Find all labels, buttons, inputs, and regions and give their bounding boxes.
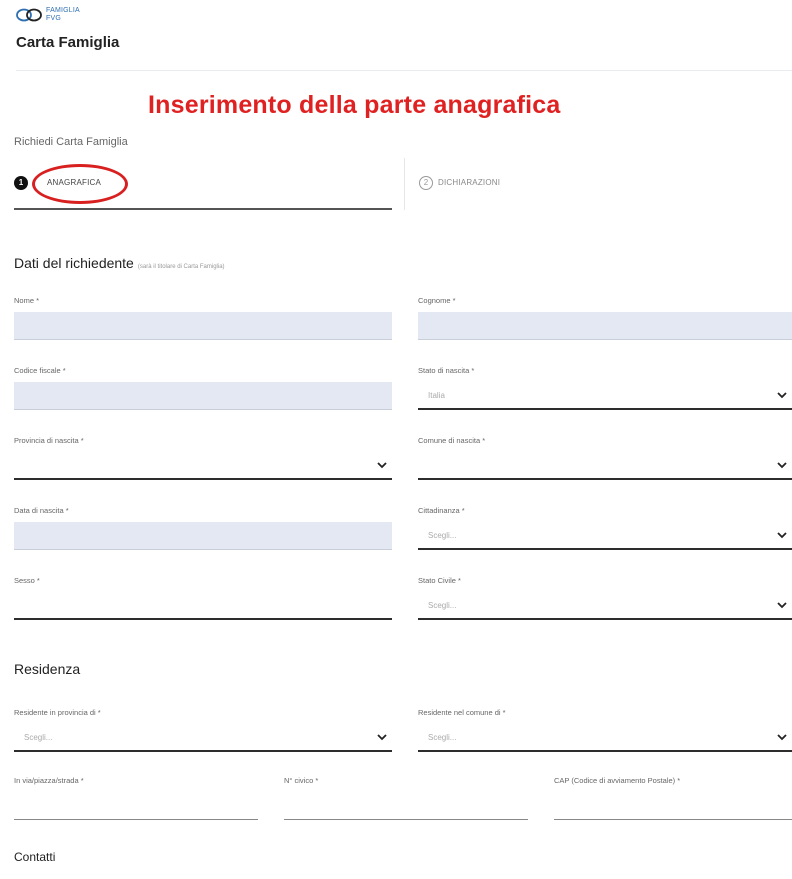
codice-fiscale-label: Codice fiscale * — [14, 366, 66, 375]
step-2-label[interactable]: DICHIARAZIONI — [438, 178, 500, 187]
applicant-title: Dati del richiedente — [14, 255, 134, 271]
comune-nascita-label: Comune di nascita * — [418, 436, 486, 445]
chevron-down-icon — [377, 462, 387, 469]
residenza-provincia-placeholder: Scegli... — [24, 733, 53, 742]
cap-input[interactable] — [554, 792, 792, 820]
residenza-provincia-select[interactable]: Scegli... — [14, 724, 392, 752]
cognome-label: Cognome * — [418, 296, 456, 305]
annotation-title: Inserimento della parte anagrafica — [148, 91, 561, 119]
logo-line2: FVG — [46, 15, 61, 22]
sesso-select[interactable] — [14, 592, 392, 620]
section-applicant-title: Dati del richiedente (sarà il titolare di… — [14, 255, 225, 271]
step-1-indicator[interactable]: 1 — [14, 176, 28, 190]
chevron-down-icon — [777, 392, 787, 399]
data-nascita-input[interactable] — [14, 522, 392, 550]
chevron-down-icon — [777, 734, 787, 741]
stato-nascita-select[interactable]: Italia — [418, 382, 792, 410]
civico-label: N° civico * — [284, 776, 319, 785]
section-residence-title: Residenza — [14, 661, 81, 677]
residenza-comune-label: Residente nel comune di * — [418, 708, 506, 717]
chevron-down-icon — [377, 734, 387, 741]
logo-text: Famiglia FVG — [46, 7, 80, 23]
cittadinanza-placeholder: Scegli... — [428, 531, 457, 540]
chevron-down-icon — [777, 602, 787, 609]
comune-nascita-select[interactable] — [418, 452, 792, 480]
chevron-down-icon — [777, 532, 787, 539]
stato-nascita-value: Italia — [428, 391, 445, 400]
family-logo-icon — [16, 8, 42, 22]
section-contacts-title: Contatti — [14, 850, 56, 864]
step-2-indicator[interactable]: 2 — [419, 176, 433, 190]
cap-label: CAP (Codice di avviamento Postale) * — [554, 776, 681, 785]
stato-civile-label: Stato Civile * — [418, 576, 461, 585]
codice-fiscale-input[interactable] — [14, 382, 392, 410]
breadcrumb[interactable]: Richiedi Carta Famiglia — [14, 136, 128, 148]
residenza-provincia-label: Residente in provincia di * — [14, 708, 101, 717]
data-nascita-label: Data di nascita * — [14, 506, 69, 515]
residenza-comune-select[interactable]: Scegli... — [418, 724, 792, 752]
via-input[interactable] — [14, 792, 258, 820]
sesso-label: Sesso * — [14, 576, 40, 585]
provincia-nascita-label: Provincia di nascita * — [14, 436, 84, 445]
civico-input[interactable] — [284, 792, 528, 820]
provincia-nascita-select[interactable] — [14, 452, 392, 480]
app-title: Carta Famiglia — [16, 34, 120, 51]
step-divider — [404, 158, 405, 210]
nome-label: Nome * — [14, 296, 40, 305]
residenza-comune-placeholder: Scegli... — [428, 733, 457, 742]
chevron-down-icon — [777, 462, 787, 469]
applicant-note: (sarà il titolare di Carta Famiglia) — [137, 264, 225, 270]
header-divider — [16, 70, 792, 71]
via-label: In via/piazza/strada * — [14, 776, 84, 785]
step-1-active-bar — [14, 208, 392, 210]
stato-nascita-label: Stato di nascita * — [418, 366, 475, 375]
cittadinanza-label: Cittadinanza * — [418, 506, 465, 515]
nome-input[interactable] — [14, 312, 392, 340]
cognome-input[interactable] — [418, 312, 792, 340]
logo-line1: Famiglia — [46, 7, 80, 14]
stato-civile-placeholder: Scegli... — [428, 601, 457, 610]
cittadinanza-select[interactable]: Scegli... — [418, 522, 792, 550]
stato-civile-select[interactable]: Scegli... — [418, 592, 792, 620]
annotation-ellipse — [32, 164, 128, 204]
